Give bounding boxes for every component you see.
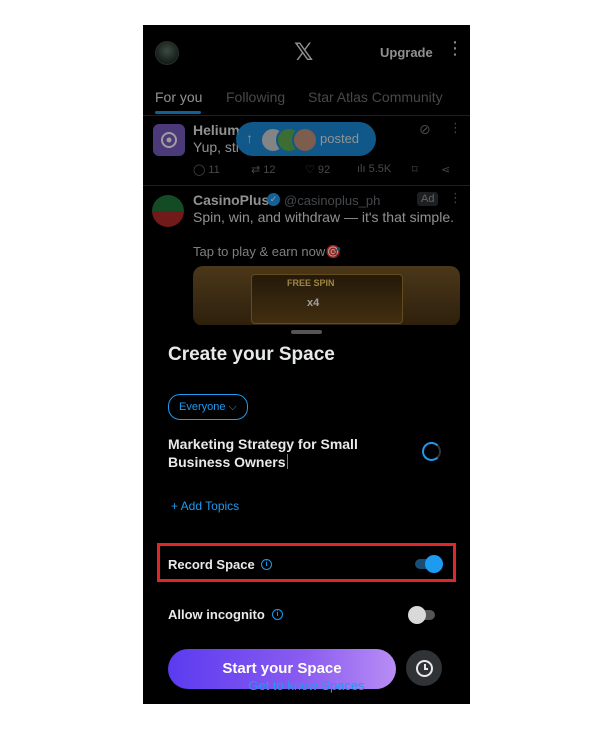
space-title-input[interactable]: Marketing Strategy for Small Business Ow…: [168, 435, 398, 471]
allow-incognito-label: Allow incognito: [168, 607, 265, 622]
modal-backdrop[interactable]: [143, 25, 470, 340]
space-title-line1: Marketing Strategy for Small: [168, 436, 358, 452]
space-title-line2: Business Owners: [168, 454, 286, 470]
character-count-icon: [422, 442, 441, 461]
toggle-knob: [408, 606, 426, 624]
clock-icon: [416, 660, 433, 677]
sheet-title: Create your Space: [168, 344, 335, 365]
highlight-box: [157, 543, 456, 582]
phone-screen: 𝕏 Upgrade ⋮ For you Following Star Atlas…: [143, 25, 470, 704]
allow-incognito-toggle[interactable]: [408, 606, 435, 624]
text-cursor: [286, 454, 288, 469]
audience-selector[interactable]: Everyone ⌵: [168, 394, 248, 420]
info-icon[interactable]: i: [272, 609, 283, 620]
get-to-know-spaces-link[interactable]: Get to know Spaces: [143, 678, 470, 693]
sheet-drag-handle[interactable]: [291, 330, 322, 334]
create-space-sheet: Create your Space Everyone ⌵ Marketing S…: [143, 325, 470, 704]
add-topics-button[interactable]: + Add Topics: [171, 499, 239, 513]
